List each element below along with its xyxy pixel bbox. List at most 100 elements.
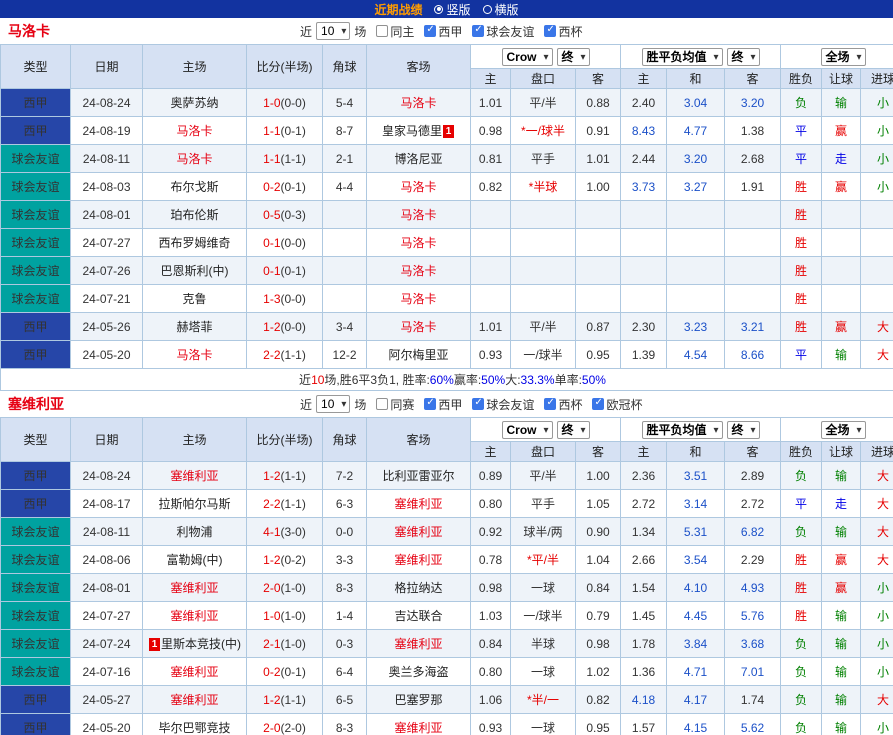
- match-count-select[interactable]: 10: [316, 22, 350, 40]
- euro-draw-odds-cell: 4.45: [667, 602, 725, 630]
- goal-line-result-cell: [861, 257, 893, 285]
- final-odds-select[interactable]: 终: [557, 421, 590, 439]
- euro-away-odds-cell: 2.89: [725, 462, 781, 490]
- euro-away-odds-cell: 8.66: [725, 341, 781, 369]
- half-time-score: (0-2): [281, 553, 306, 567]
- column-header: 客场: [367, 418, 471, 462]
- match-count-select[interactable]: 10: [316, 395, 350, 413]
- summary-segment: 赢率:: [454, 371, 481, 388]
- layout-radio-vertical[interactable]: 竖版: [434, 1, 470, 18]
- table-row: 球会友谊24-07-27塞维利亚1-0(1-0)1-4吉达联合1.03一/球半0…: [1, 602, 893, 630]
- checkbox-checked-icon[interactable]: [544, 25, 556, 37]
- asian-away-odds-cell: 0.95: [576, 714, 621, 735]
- away-team-name: 比利亚雷亚尔: [382, 469, 454, 483]
- date-cell: 24-08-24: [71, 462, 143, 490]
- final-odds-select[interactable]: 终: [727, 421, 760, 439]
- column-header: 主: [621, 442, 667, 462]
- date-cell: 24-08-01: [71, 201, 143, 229]
- filter-checkbox[interactable]: 西杯: [544, 396, 582, 413]
- filter-checkbox[interactable]: 西甲: [424, 396, 462, 413]
- column-header: 让球: [822, 442, 861, 462]
- filter-checkbox[interactable]: 球会友谊: [472, 396, 534, 413]
- scope-select[interactable]: 全场: [821, 48, 866, 66]
- asian-away-odds-cell: 0.95: [576, 341, 621, 369]
- date-cell: 24-07-21: [71, 285, 143, 313]
- filter-checkbox[interactable]: 西甲: [424, 23, 462, 40]
- table-row: 球会友谊24-07-21克鲁1-3(0-0)马洛卡胜: [1, 285, 893, 313]
- score-cell: 0-5(0-3): [247, 201, 323, 229]
- filter-checkbox[interactable]: 同赛: [376, 396, 414, 413]
- goal-line-result-cell: 小: [861, 630, 893, 658]
- bookmaker-select[interactable]: Crow: [502, 421, 553, 439]
- checkbox-checked-icon[interactable]: [472, 398, 484, 410]
- handicap-result-cell: 走: [822, 145, 861, 173]
- away-team-cell: 塞维利亚: [367, 546, 471, 574]
- asian-away-odds-cell: 1.04: [576, 546, 621, 574]
- checkbox-checked-icon[interactable]: [472, 25, 484, 37]
- match-result-cell: 平: [781, 117, 822, 145]
- corner-cell: 8-3: [323, 574, 367, 602]
- match-type-cell: 球会友谊: [1, 201, 71, 229]
- average-odds-select[interactable]: 胜平负均值: [642, 48, 723, 66]
- checkbox-unchecked-icon[interactable]: [376, 25, 388, 37]
- full-time-score: 2-0: [263, 581, 280, 595]
- asian-home-odds-cell: 1.03: [471, 602, 511, 630]
- filter-checkbox[interactable]: 欧冠杯: [592, 396, 642, 413]
- date-cell: 24-05-27: [71, 686, 143, 714]
- checkbox-checked-icon[interactable]: [424, 25, 436, 37]
- handicap-result-cell: [822, 229, 861, 257]
- half-time-score: (1-1): [281, 348, 306, 362]
- date-cell: 24-08-11: [71, 518, 143, 546]
- euro-home-odds-cell: 2.40: [621, 89, 667, 117]
- filter-checkbox[interactable]: 球会友谊: [472, 23, 534, 40]
- top-bar: 近期战绩 竖版 横版: [0, 0, 893, 18]
- corner-cell: [323, 229, 367, 257]
- euro-draw-odds-cell: 4.15: [667, 714, 725, 735]
- red-card-badge: 1: [443, 125, 454, 138]
- asian-home-odds-cell: [471, 229, 511, 257]
- full-time-score: 1-2: [263, 693, 280, 707]
- home-team-name: 克鲁: [182, 292, 206, 306]
- final-odds-select[interactable]: 终: [557, 48, 590, 66]
- layout-radio-horizontal[interactable]: 横版: [483, 1, 519, 18]
- away-team-cell: 阿尔梅里亚: [367, 341, 471, 369]
- column-header: 和: [667, 442, 725, 462]
- games-label: 场: [354, 396, 366, 413]
- handicap-result-cell: 输: [822, 341, 861, 369]
- home-team-name: 利物浦: [176, 525, 212, 539]
- filter-checkbox[interactable]: 西杯: [544, 23, 582, 40]
- asian-home-odds-cell: 0.93: [471, 714, 511, 735]
- handicap-cell: 一球: [511, 574, 576, 602]
- handicap-result-cell: 输: [822, 462, 861, 490]
- checkbox-checked-icon[interactable]: [544, 398, 556, 410]
- checkbox-unchecked-icon[interactable]: [376, 398, 388, 410]
- euro-away-odds-cell: 2.68: [725, 145, 781, 173]
- match-result-cell: 负: [781, 686, 822, 714]
- checkbox-checked-icon[interactable]: [424, 398, 436, 410]
- handicap-result-cell: 赢: [822, 574, 861, 602]
- final-odds-select[interactable]: 终: [727, 48, 760, 66]
- away-team-name: 马洛卡: [400, 320, 436, 334]
- checkbox-checked-icon[interactable]: [592, 398, 604, 410]
- handicap-result-cell: 走: [822, 490, 861, 518]
- team-name: 马洛卡: [8, 21, 50, 41]
- euro-home-odds-cell: 1.54: [621, 574, 667, 602]
- scope-select[interactable]: 全场: [821, 421, 866, 439]
- match-type-cell: 西甲: [1, 686, 71, 714]
- handicap-cell: *平/半: [511, 546, 576, 574]
- corner-cell: 6-3: [323, 490, 367, 518]
- half-time-score: (1-1): [281, 152, 306, 166]
- handicap-cell: 半球: [511, 630, 576, 658]
- table-row: 西甲24-05-20马洛卡2-2(1-1)12-2阿尔梅里亚0.93一/球半0.…: [1, 341, 893, 369]
- bookmaker-select[interactable]: Crow: [502, 48, 553, 66]
- checkbox-label: 西杯: [558, 396, 582, 413]
- match-result-cell: 平: [781, 145, 822, 173]
- filter-checkbox[interactable]: 同主: [376, 23, 414, 40]
- average-odds-select[interactable]: 胜平负均值: [642, 421, 723, 439]
- half-time-score: (1-0): [281, 609, 306, 623]
- asian-home-odds-cell: 0.93: [471, 341, 511, 369]
- match-result-cell: 负: [781, 658, 822, 686]
- handicap-cell: 一/球半: [511, 602, 576, 630]
- euro-draw-odds-cell: 4.71: [667, 658, 725, 686]
- asian-home-odds-cell: 0.98: [471, 117, 511, 145]
